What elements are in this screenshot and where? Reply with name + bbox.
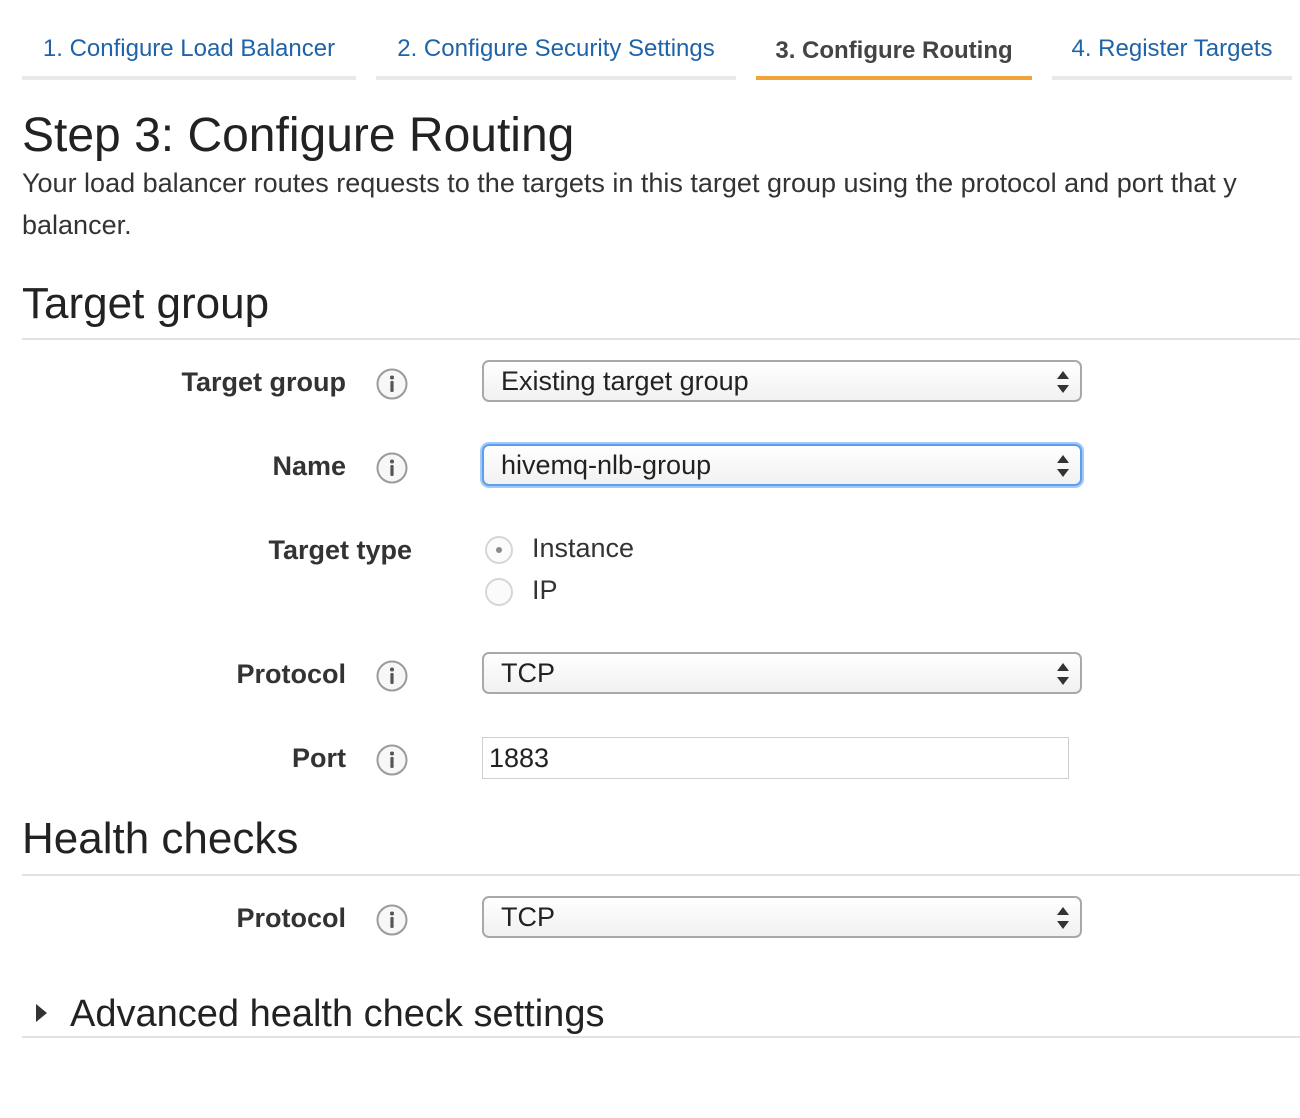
select-value: TCP — [501, 658, 555, 688]
target-group-label: Target group — [181, 367, 347, 397]
info-icon[interactable] — [376, 904, 408, 936]
target-type-instance-radio[interactable] — [485, 536, 513, 564]
tab-configure-security-settings[interactable]: 2. Configure Security Settings — [376, 0, 736, 80]
page-description-line: balancer. — [22, 210, 132, 240]
section-divider — [22, 338, 1300, 340]
port-input[interactable] — [482, 737, 1069, 779]
caret-right-icon[interactable] — [34, 1002, 48, 1024]
health-check-protocol-select[interactable]: TCP — [482, 896, 1082, 938]
select-value: TCP — [501, 902, 555, 932]
info-icon[interactable] — [376, 744, 408, 776]
tab-configure-routing[interactable]: 3. Configure Routing — [756, 0, 1032, 80]
protocol-label: Protocol — [236, 659, 346, 689]
section-divider — [22, 1036, 1300, 1038]
section-divider — [22, 874, 1300, 876]
select-value: hivemq-nlb-group — [501, 450, 712, 480]
advanced-health-check-settings-toggle[interactable]: Advanced health check settings — [70, 993, 604, 1036]
section-title-target-group: Target group — [22, 279, 270, 328]
info-icon[interactable] — [376, 452, 408, 484]
target-type-label: Target type — [268, 535, 412, 565]
protocol-select[interactable]: TCP — [482, 652, 1082, 694]
target-group-select[interactable]: Existing target group — [482, 360, 1082, 402]
tab-label: 1. Configure Load Balancer — [42, 35, 336, 62]
target-type-instance-label[interactable]: Instance — [532, 533, 634, 564]
target-type-ip-label[interactable]: IP — [532, 575, 558, 606]
tab-register-targets[interactable]: 4. Register Targets — [1052, 0, 1292, 80]
name-label: Name — [272, 451, 346, 481]
updown-arrows-icon — [1057, 663, 1069, 685]
health-check-protocol-label: Protocol — [236, 903, 346, 933]
page-description-line: Your load balancer routes requests to th… — [22, 168, 1237, 198]
section-title-health-checks: Health checks — [22, 814, 299, 863]
tab-label: 3. Configure Routing — [775, 37, 1013, 64]
page-description: Your load balancer routes requests to th… — [22, 162, 1300, 246]
info-icon[interactable] — [376, 368, 408, 400]
target-type-ip-radio[interactable] — [485, 578, 513, 606]
tab-configure-load-balancer[interactable]: 1. Configure Load Balancer — [22, 0, 356, 80]
info-icon[interactable] — [376, 660, 408, 692]
tab-label: 4. Register Targets — [1071, 35, 1273, 62]
target-group-name-select[interactable]: hivemq-nlb-group — [482, 444, 1082, 486]
select-value: Existing target group — [501, 366, 749, 396]
updown-arrows-icon — [1057, 907, 1069, 929]
page-title: Step 3: Configure Routing — [22, 109, 575, 162]
tab-label: 2. Configure Security Settings — [397, 35, 715, 62]
wizard-tabs: 1. Configure Load Balancer 2. Configure … — [0, 0, 1300, 84]
port-label: Port — [292, 743, 346, 773]
updown-arrows-icon — [1057, 455, 1069, 477]
updown-arrows-icon — [1057, 371, 1069, 393]
